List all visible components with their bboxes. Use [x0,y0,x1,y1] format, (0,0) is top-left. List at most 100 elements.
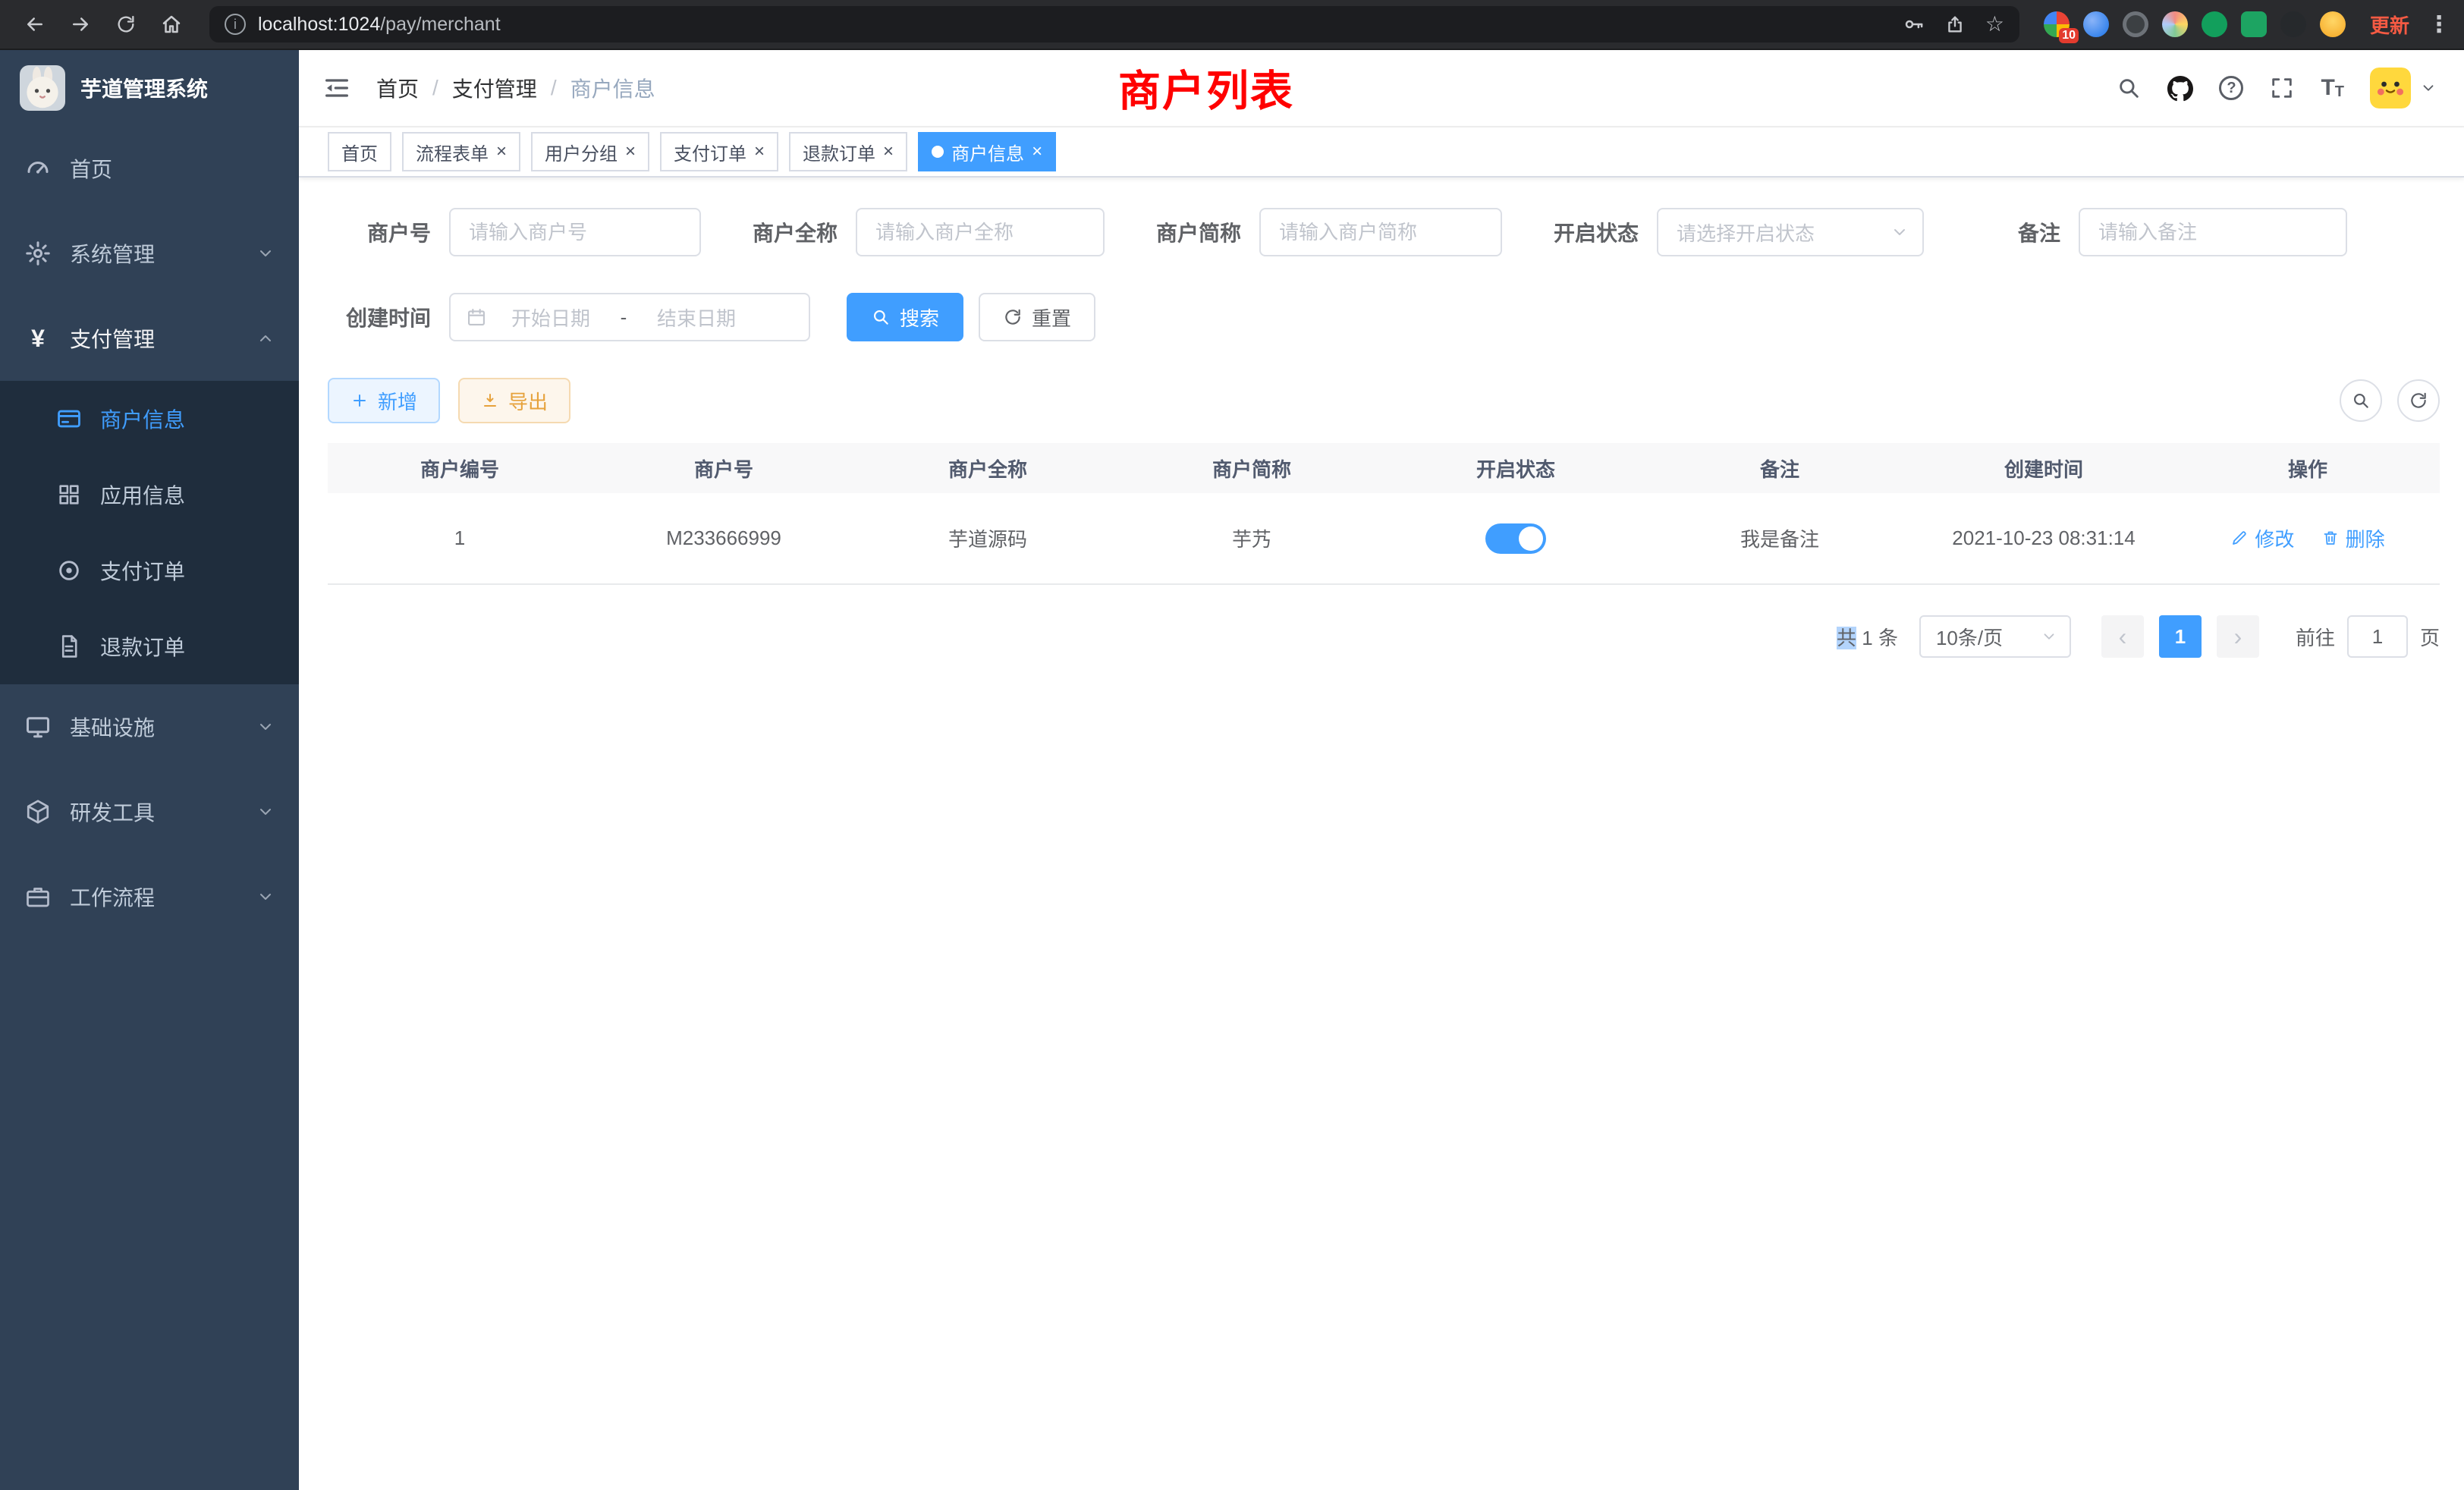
navbar-actions: ? TT [2116,68,2464,108]
sidebar-item-label: 支付订单 [100,555,185,586]
extension-icon[interactable] [2162,11,2188,37]
app-logo[interactable]: 芋道管理系统 [0,50,299,126]
key-icon[interactable] [1902,13,1925,36]
table-toolbar: 新增 导出 [328,378,2440,423]
tab-user-group[interactable]: 用户分组× [531,132,649,171]
chrome-update-button[interactable]: 更新 [2370,11,2409,39]
sidebar-fold-icon[interactable] [322,73,352,103]
fullscreen-icon[interactable] [2269,75,2295,101]
edit-link[interactable]: 修改 [2230,524,2294,552]
merchant-short-name-input[interactable] [1259,208,1502,256]
close-icon[interactable]: × [883,143,894,161]
sidebar-item-system[interactable]: 系统管理 [0,211,299,296]
document-icon [56,633,82,659]
top-navbar: 首页 / 支付管理 / 商户信息 商户列表 ? TT [299,50,2464,127]
sidebar-item-label: 基础设施 [70,712,155,742]
filter-label: 创建时间 [328,302,431,332]
goto-page-input[interactable] [2347,615,2408,658]
extension-icon[interactable] [2280,11,2306,37]
table-row: 1 M233666999 芋道源码 芋艿 我是备注 2021-10-23 08:… [328,493,2440,584]
yen-icon: ¥ [24,325,52,353]
sidebar-item-app-info[interactable]: 应用信息 [0,457,299,533]
breadcrumb-payment[interactable]: 支付管理 [452,73,537,103]
tab-process-form[interactable]: 流程表单× [402,132,520,171]
merchant-name-input[interactable] [856,208,1105,256]
next-page-button[interactable]: › [2217,615,2259,658]
prev-page-button[interactable]: ‹ [2101,615,2144,658]
browser-back-icon[interactable] [15,5,55,44]
gear-icon [24,240,52,267]
extension-icon[interactable] [2202,11,2227,37]
close-icon[interactable]: × [754,143,765,161]
add-button[interactable]: 新增 [328,378,440,423]
toggle-search-icon[interactable] [2340,379,2382,422]
reset-button[interactable]: 重置 [979,293,1095,341]
avatar[interactable] [2370,68,2411,108]
extension-icon[interactable] [2083,11,2109,37]
close-icon[interactable]: × [496,143,507,161]
browser-menu-icon[interactable]: ⋮ [2428,11,2449,38]
create-time-range-picker[interactable]: 开始日期 - 结束日期 [449,293,810,341]
github-icon[interactable] [2167,75,2193,101]
extension-icon[interactable] [2320,11,2346,37]
filter-create-time: 创建时间 开始日期 - 结束日期 [328,293,810,341]
status-toggle[interactable] [1485,523,1546,554]
sidebar-item-workflow[interactable]: 工作流程 [0,854,299,939]
sidebar-item-label: 退款订单 [100,631,185,662]
export-button[interactable]: 导出 [458,378,570,423]
remark-input[interactable] [2079,208,2347,256]
help-icon[interactable]: ? [2219,76,2243,100]
delete-link[interactable]: 删除 [2321,524,2385,552]
breadcrumb-separator: / [432,76,438,100]
current-page-button[interactable]: 1 [2159,615,2202,658]
refresh-table-icon[interactable] [2397,379,2440,422]
tab-merchant-info[interactable]: 商户信息× [918,132,1056,171]
site-info-icon[interactable]: i [225,14,246,35]
search-icon[interactable] [2116,75,2142,101]
tab-home[interactable]: 首页 [328,132,391,171]
download-icon [481,391,499,410]
extension-icon[interactable] [2123,11,2148,37]
search-button[interactable]: 搜索 [847,293,963,341]
font-size-icon[interactable]: TT [2321,77,2344,99]
extension-icon[interactable]: 10 [2044,11,2070,37]
filter-merchant-short-name: 商户简称 [1138,208,1502,256]
pagination: 共 1 条 10条/页 ‹ 1 › 前往 页 [328,615,2440,658]
sidebar-item-label: 应用信息 [100,479,185,510]
close-icon[interactable]: × [625,143,636,161]
breadcrumb-home[interactable]: 首页 [376,73,419,103]
merchant-no-input[interactable] [449,208,701,256]
sidebar-item-pay-order[interactable]: 支付订单 [0,533,299,608]
extension-badge: 10 [2059,28,2079,43]
dashboard-icon [24,155,52,182]
status-select[interactable]: 请选择开启状态 [1657,208,1924,256]
breadcrumb-separator: / [551,76,557,100]
address-bar[interactable]: i localhost:1024/pay/merchant ☆ [209,6,2019,42]
page-size-select[interactable]: 10条/页 [1919,615,2071,658]
browser-home-icon[interactable] [152,5,191,44]
table-right-tools [2340,379,2440,422]
sidebar-item-merchant-info[interactable]: 商户信息 [0,381,299,457]
extension-icon[interactable] [2241,11,2267,37]
browser-reload-icon[interactable] [106,5,146,44]
bookmark-star-icon[interactable]: ☆ [1985,14,2004,35]
sidebar-item-dev-tools[interactable]: 研发工具 [0,769,299,854]
filter-label: 备注 [1957,217,2060,247]
monitor-icon [24,713,52,740]
tab-refund-order[interactable]: 退款订单× [789,132,907,171]
end-date-placeholder: 结束日期 [642,303,751,332]
tab-pay-order[interactable]: 支付订单× [660,132,778,171]
sidebar-item-refund-order[interactable]: 退款订单 [0,608,299,684]
share-icon[interactable] [1944,14,1966,35]
sidebar-item-home[interactable]: 首页 [0,126,299,211]
filter-row-2: 创建时间 开始日期 - 结束日期 搜索 [328,293,2440,341]
user-menu[interactable] [2370,68,2437,108]
browser-forward-icon[interactable] [61,5,100,44]
close-icon[interactable]: × [1032,143,1042,161]
sidebar-item-infra[interactable]: 基础设施 [0,684,299,769]
sidebar-item-label: 支付管理 [70,323,155,354]
filter-merchant-no: 商户号 [328,208,701,256]
bank-card-icon [56,406,82,432]
sidebar-item-payment[interactable]: ¥ 支付管理 [0,296,299,381]
sidebar-item-label: 商户信息 [100,404,185,434]
